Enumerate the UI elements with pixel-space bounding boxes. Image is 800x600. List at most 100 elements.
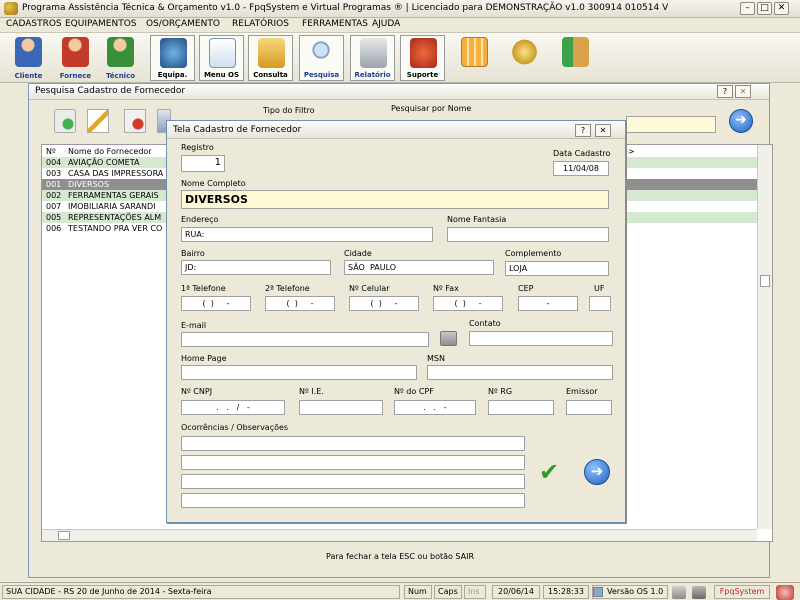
toolbar-equipamento-button[interactable]: Equipa. bbox=[150, 35, 195, 81]
data-cadastro-field[interactable]: 11/04/08 bbox=[553, 161, 609, 176]
bairro-label: Bairro bbox=[181, 249, 205, 258]
obs-line-3[interactable] bbox=[181, 474, 525, 489]
emissor-field[interactable] bbox=[566, 400, 612, 415]
dialog-titlebar: Tela Cadastro de Fornecedor ? ✕ bbox=[167, 121, 625, 139]
celular-label: Nº Celular bbox=[349, 284, 390, 293]
toolbar-menu-os-button[interactable]: Menu OS bbox=[199, 35, 244, 81]
menu-relatorios[interactable]: RELATÓRIOS bbox=[232, 19, 289, 29]
close-button[interactable]: ✕ bbox=[735, 85, 751, 98]
scrollbar-thumb[interactable] bbox=[58, 531, 70, 540]
arrow-right-icon[interactable]: ➜ bbox=[729, 109, 753, 133]
cidade-field[interactable]: SÃO PAULO bbox=[344, 260, 494, 275]
cpf-field[interactable]: . . - bbox=[394, 400, 476, 415]
uf-label: UF bbox=[594, 284, 605, 293]
uf-field[interactable] bbox=[589, 296, 611, 311]
close-button[interactable]: ✕ bbox=[774, 2, 789, 15]
app-titlebar: Programa Assistência Técnica & Orçamento… bbox=[0, 0, 800, 18]
tipo-filtro-label: Tipo do Filtro bbox=[263, 106, 315, 115]
maximize-button[interactable]: □ bbox=[757, 2, 772, 15]
menu-cadastros[interactable]: CADASTROS bbox=[6, 19, 62, 29]
printer-icon bbox=[360, 38, 387, 68]
endereco-field[interactable]: RUA: bbox=[181, 227, 433, 242]
menu-equipamentos[interactable]: EQUIPAMENTOS bbox=[65, 19, 137, 29]
pesquisa-window-title: Pesquisa Cadastro de Fornecedor bbox=[35, 86, 186, 96]
cep-field[interactable]: - bbox=[518, 296, 578, 311]
folder-icon bbox=[258, 38, 285, 68]
minimize-button[interactable]: – bbox=[740, 2, 755, 15]
tel2-label: 2ª Telefone bbox=[265, 284, 310, 293]
tel1-field[interactable]: ( ) - bbox=[181, 296, 251, 311]
obs-line-1[interactable] bbox=[181, 436, 525, 451]
person-icon bbox=[62, 37, 89, 67]
calculator-icon bbox=[461, 37, 488, 67]
bairro-field[interactable]: JD: bbox=[181, 260, 331, 275]
registro-field[interactable]: 1 bbox=[181, 155, 225, 172]
tel2-field[interactable]: ( ) - bbox=[265, 296, 335, 311]
toolbar-tecnico-button[interactable]: Técnico bbox=[98, 35, 143, 81]
vertical-scrollbar[interactable] bbox=[757, 145, 772, 529]
pesquisar-label: Pesquisar por Nome bbox=[391, 104, 472, 113]
next-arrow-icon[interactable]: ➜ bbox=[584, 459, 610, 485]
search-input[interactable] bbox=[626, 116, 716, 133]
homepage-label: Home Page bbox=[181, 354, 227, 363]
rg-field[interactable] bbox=[488, 400, 554, 415]
toolbar-suporte-button[interactable]: Suporte bbox=[400, 35, 445, 81]
email-label: E-mail bbox=[181, 321, 207, 330]
toolbar-pesquisa-button[interactable]: Pesquisa bbox=[299, 35, 344, 81]
status-time: 15:28:33 bbox=[543, 585, 589, 599]
menu-bar: CADASTROS EQUIPAMENTOS OS/ORÇAMENTO RELA… bbox=[0, 18, 800, 33]
tel1-label: 1ª Telefone bbox=[181, 284, 226, 293]
fantasia-field[interactable] bbox=[447, 227, 609, 242]
notepad-icon bbox=[209, 38, 236, 68]
settings-icon[interactable] bbox=[692, 586, 706, 599]
fax-field[interactable]: ( ) - bbox=[433, 296, 503, 311]
cnpj-field[interactable]: . . / - bbox=[181, 400, 285, 415]
email-field[interactable] bbox=[181, 332, 429, 347]
toolbar-money-button[interactable] bbox=[502, 35, 547, 81]
msn-field[interactable] bbox=[427, 365, 613, 380]
toolbar: Cliente Fornece Técnico Equipa. Menu OS … bbox=[0, 33, 800, 83]
horizontal-scrollbar[interactable] bbox=[42, 529, 757, 541]
toolbar-relatorio-button[interactable]: Relatório bbox=[350, 35, 395, 81]
scrollbar-thumb[interactable] bbox=[760, 275, 770, 287]
status-city-date: SUA CIDADE - RS 20 de Junho de 2014 - Se… bbox=[2, 585, 400, 599]
contato-field[interactable] bbox=[469, 331, 613, 346]
complemento-label: Complemento bbox=[505, 249, 562, 258]
menu-ajuda[interactable]: AJUDA bbox=[372, 19, 400, 29]
menu-ferramentas[interactable]: FERRAMENTAS bbox=[302, 19, 368, 29]
obs-line-2[interactable] bbox=[181, 455, 525, 470]
status-version: Versão OS 1.0 bbox=[592, 585, 668, 599]
toolbar-calculator-button[interactable] bbox=[452, 35, 497, 81]
printer-icon[interactable] bbox=[672, 586, 686, 599]
send-email-icon[interactable] bbox=[440, 331, 457, 346]
fax-label: Nº Fax bbox=[433, 284, 459, 293]
confirm-checkmark-icon[interactable]: ✔ bbox=[539, 459, 565, 485]
toolbar-consulta-button[interactable]: Consulta bbox=[248, 35, 293, 81]
endereco-label: Endereço bbox=[181, 215, 219, 224]
status-bar: SUA CIDADE - RS 20 de Junho de 2014 - Se… bbox=[0, 582, 800, 600]
nome-field[interactable]: DIVERSOS bbox=[181, 190, 609, 209]
toolbar-exit-button[interactable] bbox=[553, 35, 598, 81]
cnpj-label: Nº CNPJ bbox=[181, 387, 213, 396]
version-icon bbox=[593, 587, 603, 597]
add-icon[interactable] bbox=[54, 109, 76, 133]
menu-os-orcamento[interactable]: OS/ORÇAMENTO bbox=[146, 19, 220, 29]
status-date: 20/06/14 bbox=[492, 585, 540, 599]
edit-icon[interactable] bbox=[87, 109, 109, 133]
ie-field[interactable] bbox=[299, 400, 383, 415]
homepage-field[interactable] bbox=[181, 365, 417, 380]
toolbar-cliente-button[interactable]: Cliente bbox=[6, 35, 51, 81]
delete-icon[interactable] bbox=[124, 109, 146, 133]
complemento-field[interactable]: LOJA bbox=[505, 261, 609, 276]
help-button[interactable]: ? bbox=[717, 85, 733, 98]
obs-line-4[interactable] bbox=[181, 493, 525, 508]
app-icon bbox=[4, 2, 18, 15]
cep-label: CEP bbox=[518, 284, 534, 293]
obs-label: Ocorrências / Observações bbox=[181, 423, 289, 432]
celular-field[interactable]: ( ) - bbox=[349, 296, 419, 311]
help-button[interactable]: ? bbox=[575, 124, 591, 137]
close-button[interactable]: ✕ bbox=[595, 124, 611, 137]
emissor-label: Emissor bbox=[566, 387, 598, 396]
toolbar-fornecedor-button[interactable]: Fornece bbox=[53, 35, 98, 81]
contato-label: Contato bbox=[469, 319, 501, 328]
